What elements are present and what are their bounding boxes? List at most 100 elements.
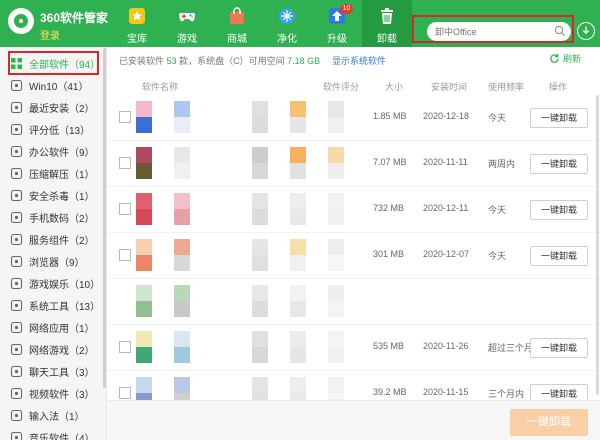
table-row[interactable]: 301 MB 2020-12-07 今天 一键卸载 bbox=[108, 233, 600, 279]
show-system-software-link[interactable]: 显示系统软件 bbox=[332, 54, 386, 67]
mosaic-block bbox=[290, 147, 306, 163]
sidebar-item[interactable]: 输入法（1） bbox=[10, 404, 100, 426]
sidebar-item[interactable]: 安全杀毒（1） bbox=[10, 184, 100, 206]
nav-games[interactable]: 游戏 bbox=[162, 0, 212, 47]
row-checkbox[interactable] bbox=[119, 249, 131, 261]
mosaic-block bbox=[328, 377, 344, 393]
uninstall-button[interactable]: 一键卸载 bbox=[530, 108, 588, 128]
mosaic-block bbox=[328, 239, 344, 255]
app-title: 360软件管家 bbox=[40, 11, 109, 25]
top-bar: 360软件管家 登录 宝库 游戏 商城 净化 10 升级 卸载 bbox=[0, 0, 600, 47]
row-frequency: 超过三个月 bbox=[488, 343, 534, 353]
row-size: 732 MB bbox=[373, 203, 405, 213]
sidebar-item[interactable]: 办公软件（9） bbox=[10, 140, 100, 162]
mosaic-block bbox=[174, 193, 190, 209]
col-size[interactable]: 大小 bbox=[385, 80, 403, 93]
download-manager-icon[interactable] bbox=[577, 22, 595, 40]
table-row[interactable]: 1.85 MB 2020-12-18 今天 一键卸载 bbox=[108, 95, 600, 141]
mosaic-block bbox=[290, 255, 306, 271]
uninstall-button[interactable]: 一键卸载 bbox=[530, 338, 588, 358]
software-icon-mosaic bbox=[136, 95, 386, 141]
nav-upgrade[interactable]: 10 升级 bbox=[312, 0, 362, 47]
mosaic-block bbox=[136, 255, 152, 271]
mosaic-block bbox=[252, 347, 268, 363]
sidebar-item-label: 服务组件（2） bbox=[29, 235, 95, 247]
col-rating[interactable]: 软件评分 bbox=[323, 80, 359, 93]
main-nav: 宝库 游戏 商城 净化 10 升级 卸载 bbox=[112, 0, 412, 47]
refresh-button[interactable]: 刷新 bbox=[549, 52, 581, 65]
update-count-badge: 10 bbox=[340, 4, 353, 14]
mosaic-block bbox=[174, 347, 190, 363]
install-summary: 已安装软件 53 款，系统盘（C）可用空间 7.18 GB bbox=[119, 54, 320, 67]
mosaic-block bbox=[290, 377, 306, 393]
batch-uninstall-button[interactable]: 一键卸载 bbox=[510, 409, 588, 436]
uninstall-button[interactable]: 一键卸载 bbox=[530, 200, 588, 220]
mosaic-block bbox=[328, 209, 344, 225]
software-icon-mosaic bbox=[136, 233, 386, 279]
col-software-name[interactable]: 软件名称 bbox=[142, 80, 178, 93]
sidebar-item[interactable]: 视频软件（3） bbox=[10, 382, 100, 404]
mosaic-block bbox=[136, 117, 152, 133]
row-checkbox[interactable] bbox=[119, 203, 131, 215]
table-row[interactable] bbox=[108, 279, 600, 325]
refresh-icon bbox=[550, 53, 559, 63]
row-checkbox[interactable] bbox=[119, 341, 131, 353]
list-scrollbar[interactable] bbox=[596, 95, 599, 395]
sidebar-item[interactable]: 系统工具（13） bbox=[10, 294, 100, 316]
uninstall-button[interactable]: 一键卸载 bbox=[530, 246, 588, 266]
mosaic-block bbox=[136, 331, 152, 347]
sidebar-item[interactable]: 评分低（13） bbox=[10, 118, 100, 140]
mosaic-block bbox=[290, 193, 306, 209]
sidebar-item[interactable]: 手机数码（2） bbox=[10, 206, 100, 228]
mosaic-block bbox=[136, 285, 152, 301]
nav-uninstall[interactable]: 卸载 bbox=[362, 0, 412, 47]
nav-label: 净化 bbox=[277, 34, 297, 45]
sidebar-scrollbar[interactable] bbox=[103, 48, 106, 388]
music-icon bbox=[10, 431, 23, 440]
mosaic-block bbox=[174, 101, 190, 117]
sidebar-item[interactable]: 游戏娱乐（10） bbox=[10, 272, 100, 294]
mosaic-block bbox=[290, 331, 306, 347]
mosaic-block bbox=[252, 163, 268, 179]
col-install-time[interactable]: 安装时间 bbox=[431, 80, 467, 93]
sidebar-item[interactable]: 最近安装（2） bbox=[10, 96, 100, 118]
login-link[interactable]: 登录 bbox=[40, 27, 60, 42]
mosaic-block bbox=[136, 377, 152, 393]
sidebar-item[interactable]: 网络游戏（2） bbox=[10, 338, 100, 360]
col-frequency[interactable]: 使用频率 bbox=[488, 80, 524, 93]
mosaic-block bbox=[174, 239, 190, 255]
row-checkbox[interactable] bbox=[119, 111, 131, 123]
nav-store[interactable]: 商城 bbox=[212, 0, 262, 47]
sidebar-item[interactable]: 压缩解压（1） bbox=[10, 162, 100, 184]
sidebar-item-label: Win10（41） bbox=[29, 81, 89, 93]
nav-treasury[interactable]: 宝库 bbox=[112, 0, 162, 47]
table-row[interactable]: 732 MB 2020-12-11 今天 一键卸载 bbox=[108, 187, 600, 233]
mosaic-block bbox=[136, 193, 152, 209]
sidebar-item-label: 系统工具（13） bbox=[29, 301, 101, 313]
row-checkbox[interactable] bbox=[119, 157, 131, 169]
sidebar-item[interactable]: 网络应用（1） bbox=[10, 316, 100, 338]
software-icon-mosaic bbox=[136, 325, 386, 371]
sidebar-item[interactable]: Win10（41） bbox=[10, 74, 100, 96]
row-install-date: 2020-12-11 bbox=[423, 203, 469, 213]
sidebar-item-label: 网络应用（1） bbox=[29, 323, 95, 335]
sidebar-item[interactable]: 聊天工具（3） bbox=[10, 360, 100, 382]
row-checkbox[interactable] bbox=[119, 387, 131, 399]
table-row[interactable]: 535 MB 2020-11-26 超过三个月 一键卸载 bbox=[108, 325, 600, 371]
mosaic-block bbox=[136, 147, 152, 163]
sidebar-item[interactable]: 浏览器（9） bbox=[10, 250, 100, 272]
nav-label: 商城 bbox=[227, 34, 247, 45]
archive-icon bbox=[10, 167, 23, 179]
phone-icon bbox=[10, 211, 23, 223]
row-size: 535 MB bbox=[373, 341, 405, 351]
sidebar-item-label: 安全杀毒（1） bbox=[29, 191, 95, 203]
nav-purify[interactable]: 净化 bbox=[262, 0, 312, 47]
search-highlight-box bbox=[412, 15, 574, 43]
sidebar-item[interactable]: 服务组件（2） bbox=[10, 228, 100, 250]
sidebar-item[interactable]: 音乐软件（4） bbox=[10, 426, 100, 440]
uninstall-button[interactable]: 一键卸载 bbox=[530, 154, 588, 174]
thumbs-down-icon bbox=[10, 123, 23, 135]
table-row[interactable]: 7.07 MB 2020-11-11 两周内 一键卸载 bbox=[108, 141, 600, 187]
mosaic-block bbox=[252, 117, 268, 133]
mosaic-block bbox=[290, 285, 306, 301]
